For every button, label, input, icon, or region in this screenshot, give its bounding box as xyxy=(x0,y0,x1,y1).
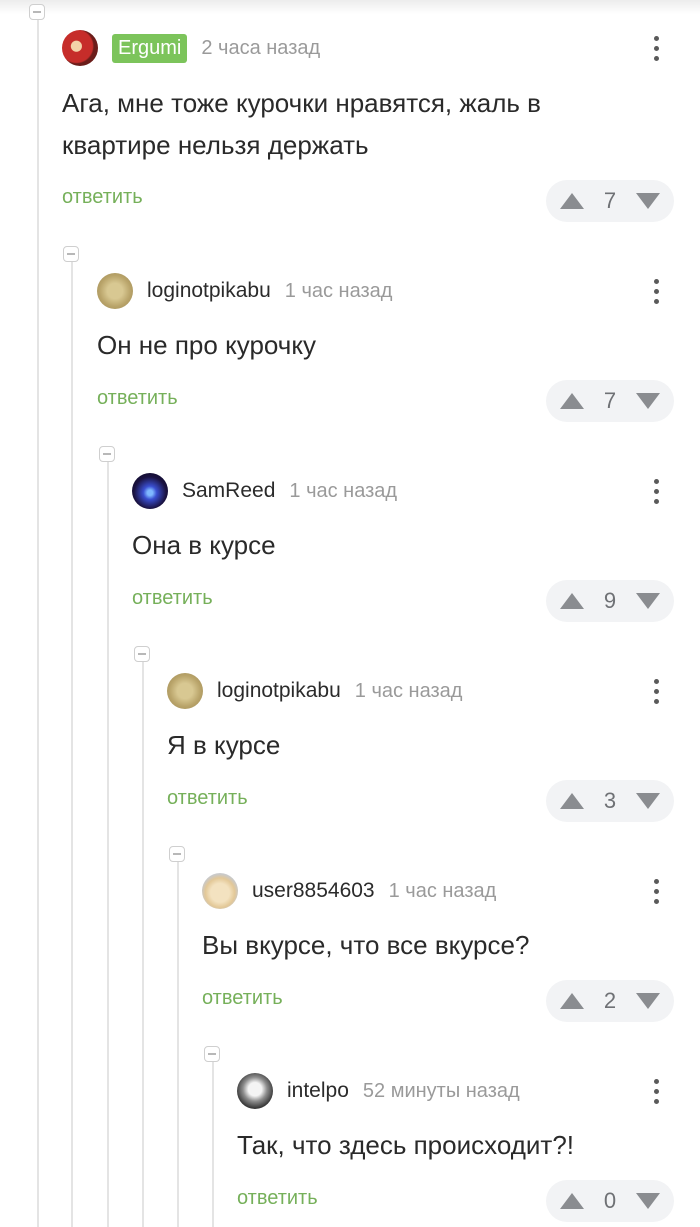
reply-link[interactable]: ответить xyxy=(167,787,248,810)
comment-text: Ага, мне тоже курочки нравятся, жаль в к… xyxy=(62,88,541,160)
collapse-icon[interactable] xyxy=(169,846,185,862)
rating: 3 xyxy=(603,788,617,813)
avatar[interactable] xyxy=(132,473,168,509)
avatar[interactable] xyxy=(62,30,98,66)
collapse-icon[interactable] xyxy=(134,646,150,662)
reply-link[interactable]: ответить xyxy=(97,387,178,410)
upvote-icon[interactable] xyxy=(560,993,584,1009)
collapse-icon[interactable] xyxy=(29,4,45,20)
comment-text: Он не про курочку xyxy=(97,330,317,360)
rating: 7 xyxy=(603,388,617,413)
thread-line-2 xyxy=(71,262,73,1227)
collapse-icon[interactable] xyxy=(99,446,115,462)
username[interactable]: loginotpikabu xyxy=(147,279,271,303)
avatar[interactable] xyxy=(167,673,203,709)
upvote-icon[interactable] xyxy=(560,1193,584,1209)
downvote-icon[interactable] xyxy=(636,793,660,809)
downvote-icon[interactable] xyxy=(636,193,660,209)
comment-time[interactable]: 1 час назад xyxy=(285,280,393,303)
vote-control: 3 xyxy=(546,780,674,822)
username[interactable]: loginotpikabu xyxy=(217,679,341,703)
username[interactable]: intelpo xyxy=(287,1079,349,1103)
downvote-icon[interactable] xyxy=(636,1193,660,1209)
username[interactable]: Ergumi xyxy=(112,33,188,63)
thread-line-5 xyxy=(177,862,179,1227)
comment-text: Вы вкурсе, что все вкурсе? xyxy=(202,930,530,960)
username[interactable]: SamReed xyxy=(182,479,275,503)
comment-time[interactable]: 1 час назад xyxy=(389,880,497,903)
downvote-icon[interactable] xyxy=(636,593,660,609)
reply-link[interactable]: ответить xyxy=(202,987,283,1010)
comment-text: Так, что здесь происходит?! xyxy=(237,1130,574,1160)
comment-time[interactable]: 52 минуты назад xyxy=(363,1080,520,1103)
comment-time[interactable]: 1 час назад xyxy=(355,680,463,703)
vote-control: 9 xyxy=(546,580,674,622)
comment-time[interactable]: 2 часа назад xyxy=(201,37,320,60)
more-vertical-icon[interactable] xyxy=(650,673,662,709)
thread-line-6 xyxy=(212,1062,214,1227)
vote-control: 2 xyxy=(546,980,674,1022)
upvote-icon[interactable] xyxy=(560,793,584,809)
reply-link[interactable]: ответить xyxy=(132,587,213,610)
avatar[interactable] xyxy=(97,273,133,309)
vote-control: 0 xyxy=(546,1180,674,1222)
more-vertical-icon[interactable] xyxy=(650,473,662,509)
reply-link[interactable]: ответить xyxy=(237,1187,318,1210)
comment-time[interactable]: 1 час назад xyxy=(289,480,397,503)
avatar[interactable] xyxy=(237,1073,273,1109)
more-vertical-icon[interactable] xyxy=(650,1073,662,1109)
downvote-icon[interactable] xyxy=(636,393,660,409)
upvote-icon[interactable] xyxy=(560,393,584,409)
username[interactable]: user8854603 xyxy=(252,879,375,903)
collapse-icon[interactable] xyxy=(63,246,79,262)
thread-line-1 xyxy=(37,18,39,1227)
rating: 2 xyxy=(603,988,617,1013)
more-vertical-icon[interactable] xyxy=(650,30,662,66)
collapse-icon[interactable] xyxy=(204,1046,220,1062)
vote-control: 7 xyxy=(546,180,674,222)
rating: 9 xyxy=(603,588,617,613)
comment-text: Я в курсе xyxy=(167,730,281,760)
reply-link[interactable]: ответить xyxy=(62,186,143,209)
rating: 0 xyxy=(603,1188,617,1213)
avatar[interactable] xyxy=(202,873,238,909)
more-vertical-icon[interactable] xyxy=(650,273,662,309)
downvote-icon[interactable] xyxy=(636,993,660,1009)
thread-line-3 xyxy=(107,462,109,1227)
top-shade xyxy=(0,0,700,14)
thread-line-4 xyxy=(142,662,144,1227)
vote-control: 7 xyxy=(546,380,674,422)
more-vertical-icon[interactable] xyxy=(650,873,662,909)
upvote-icon[interactable] xyxy=(560,193,584,209)
rating: 7 xyxy=(603,188,617,213)
comment-text: Она в курсе xyxy=(132,530,276,560)
upvote-icon[interactable] xyxy=(560,593,584,609)
